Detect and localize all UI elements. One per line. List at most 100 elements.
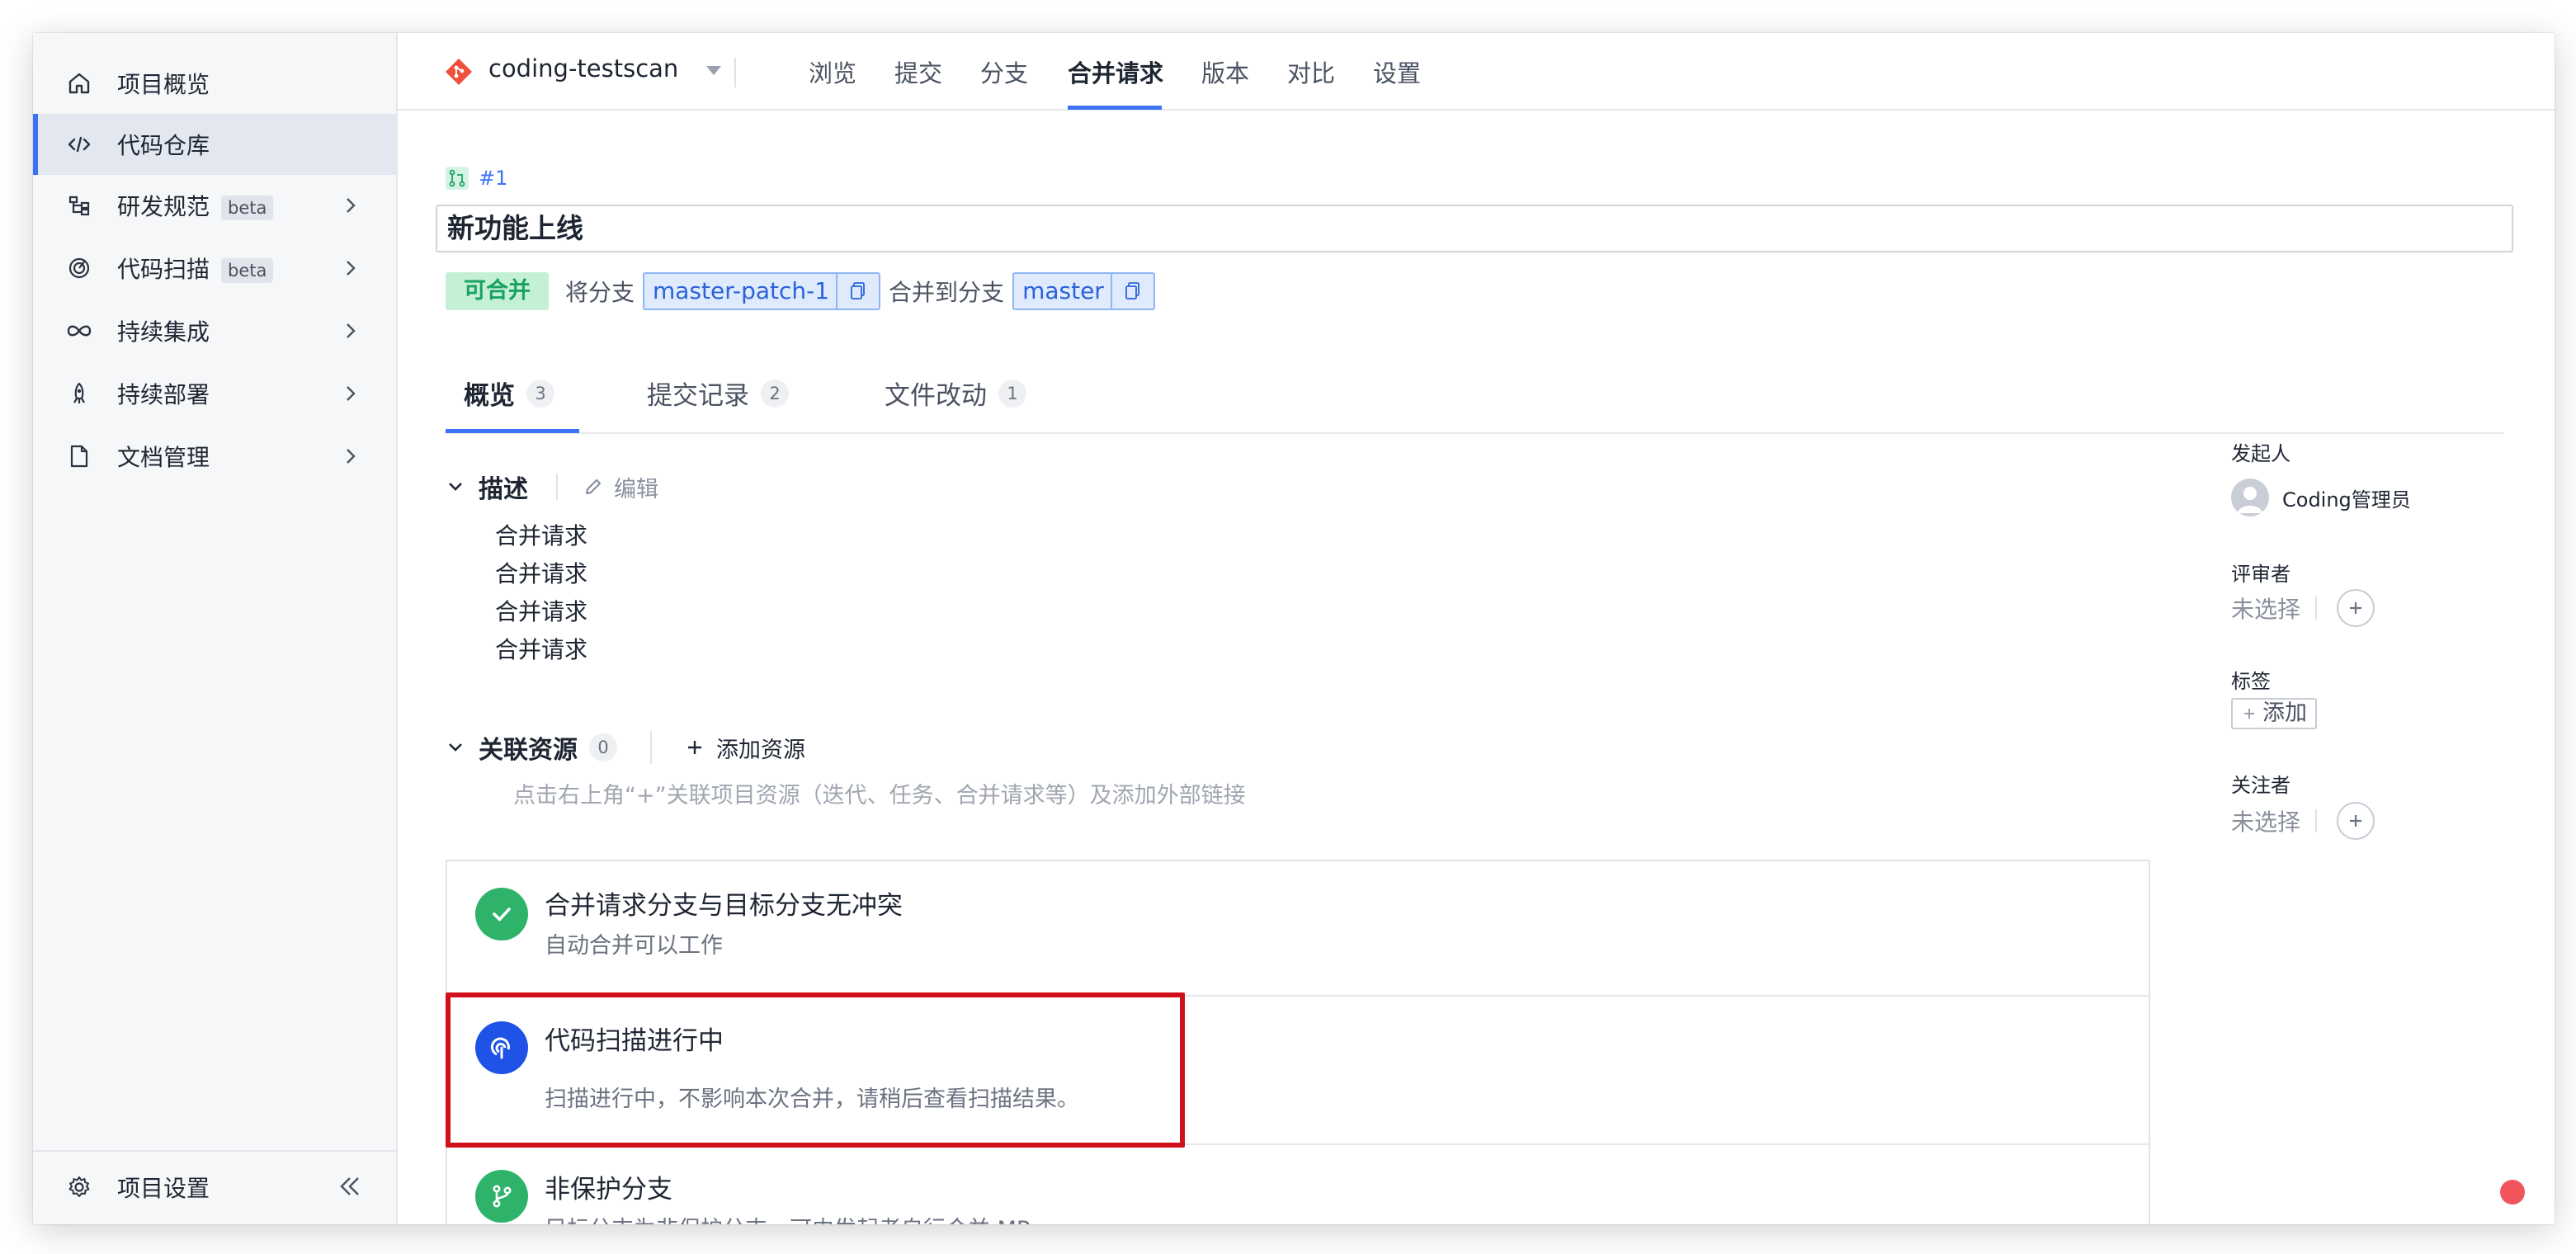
add-reviewer-button[interactable]: [2337, 589, 2375, 627]
subtab-count: 1: [998, 379, 1026, 408]
sidebar-item-label: 研发规范: [117, 193, 210, 220]
mergeable-badge: 可合并: [446, 272, 549, 310]
collapse-sidebar-icon[interactable]: [335, 1172, 365, 1201]
copy-icon[interactable]: [1110, 274, 1154, 309]
sidebar-item-docs[interactable]: 文档管理: [33, 426, 396, 487]
mr-title-field[interactable]: 新功能上线: [436, 205, 2513, 252]
tab-compare[interactable]: 对比: [1287, 54, 1335, 89]
pencil-icon[interactable]: [583, 476, 604, 497]
description-line: 合并请求: [495, 560, 588, 587]
sidebar-item-label: 代码扫描: [117, 256, 210, 283]
watchers-label: 关注者: [2231, 774, 2291, 797]
subtab-label: 概览: [464, 381, 515, 411]
plus-icon: [2350, 602, 2362, 614]
tab-commits[interactable]: 提交: [894, 54, 942, 89]
merge-request-icon: [446, 167, 469, 190]
check-subtitle: 自动合并可以工作: [545, 933, 723, 959]
watchers: 未选择: [2231, 802, 2375, 840]
add-tag-button[interactable]: 添加: [2231, 698, 2317, 729]
git-repo-icon: [446, 59, 472, 85]
subtab-label: 文件改动: [885, 381, 987, 411]
chevron-down-icon[interactable]: [446, 738, 465, 757]
chevron-right-icon: [347, 261, 356, 276]
plus-icon: [2350, 815, 2362, 827]
active-tab-indicator: [1068, 106, 1162, 110]
initiator-label: 发起人: [2231, 442, 2291, 465]
repo-dropdown-caret-icon[interactable]: [706, 66, 721, 75]
check-row-unprotected-branch: 非保护分支 目标分支为非保护分支，可由发起者自行合并 MR: [447, 1145, 2149, 1224]
resources-hint: 点击右上角“+”关联项目资源（迭代、任务、合并请求等）及添加外部链接: [513, 783, 1246, 808]
description-title: 描述: [479, 475, 528, 504]
divider: [734, 58, 736, 87]
check-subtitle: 目标分支为非保护分支，可由发起者自行合并 MR: [545, 1211, 1032, 1224]
initiator-name[interactable]: Coding管理员: [2282, 483, 2411, 512]
sidebar-item-code-repo[interactable]: 代码仓库: [33, 114, 396, 175]
sidebar-item-dev-standards[interactable]: 研发规范 beta: [33, 175, 396, 236]
code-icon: [64, 130, 94, 159]
target-branch-chip: master: [1012, 272, 1155, 310]
edit-description-button[interactable]: 编辑: [614, 471, 658, 503]
source-branch-chip: master-patch-1: [643, 272, 881, 310]
subtab-count: 3: [526, 379, 554, 408]
recording-indicator-icon: [2500, 1180, 2525, 1204]
plus-icon: [2244, 709, 2254, 719]
mr-id: #1: [446, 167, 507, 190]
description-line: 合并请求: [495, 522, 588, 549]
avatar[interactable]: [2231, 478, 2269, 516]
subtab-commits[interactable]: 提交记录 2: [647, 375, 789, 412]
check-row-no-conflict: 合并请求分支与目标分支无冲突 自动合并可以工作: [447, 861, 2149, 997]
repo-topbar: coding-testscan 浏览 提交 分支 合并请求 版本 对比 设置: [398, 33, 2555, 111]
branch-icon: [475, 1170, 528, 1223]
sidebar-item-label: 文档管理: [117, 444, 210, 471]
infinity-icon: [64, 316, 94, 346]
resources-section-header: 关联资源 0 添加资源: [446, 729, 805, 766]
tab-merge-requests[interactable]: 合并请求: [1068, 54, 1163, 89]
subtab-file-changes[interactable]: 文件改动 1: [885, 375, 1026, 412]
active-subtab-indicator: [446, 429, 579, 433]
initiator: Coding管理员: [2231, 478, 2411, 516]
target-branch-name[interactable]: master: [1014, 274, 1111, 309]
sidebar-footer: 项目设置: [33, 1150, 396, 1224]
mr-meta-row: 可合并 将分支 master-patch-1 合并到分支 master: [446, 272, 1155, 310]
from-branch-label: 将分支: [565, 279, 635, 306]
subtab-count: 2: [761, 379, 789, 408]
flow-icon: [64, 191, 94, 220]
to-branch-label: 合并到分支: [889, 279, 1005, 306]
sidebar-item-cd[interactable]: 持续部署: [33, 363, 396, 424]
tab-releases[interactable]: 版本: [1201, 54, 1249, 89]
mr-number[interactable]: #1: [479, 167, 507, 190]
description-line: 合并请求: [495, 598, 588, 625]
copy-icon[interactable]: [836, 274, 879, 309]
sidebar-item-code-scan[interactable]: 代码扫描 beta: [33, 238, 396, 299]
divider: [2315, 596, 2318, 620]
repo-name[interactable]: coding-testscan: [488, 54, 678, 82]
chevron-down-icon[interactable]: [446, 477, 465, 497]
rocket-icon: [64, 379, 94, 408]
add-resource-button[interactable]: 添加资源: [716, 732, 805, 764]
watchers-value: 未选择: [2231, 808, 2301, 836]
subtab-label: 提交记录: [647, 381, 749, 411]
document-icon: [64, 441, 94, 471]
check-title: 合并请求分支与目标分支无冲突: [545, 891, 903, 921]
source-branch-name[interactable]: master-patch-1: [644, 274, 836, 309]
sidebar: 项目概览 代码仓库 研发规范 beta 代码扫描 beta 持续集成 持续部署 …: [33, 33, 398, 1224]
check-icon: [475, 888, 528, 940]
subtab-overview[interactable]: 概览 3: [464, 375, 554, 412]
plus-icon[interactable]: [685, 738, 705, 757]
sidebar-footer-label: 项目设置: [117, 1175, 210, 1202]
sidebar-item-label: 代码仓库: [117, 132, 210, 159]
sidebar-item-ci[interactable]: 持续集成: [33, 300, 396, 361]
reviewers-label: 评审者: [2231, 563, 2291, 586]
chevron-right-icon: [347, 449, 356, 464]
gear-icon: [64, 1172, 94, 1202]
tags-label: 标签: [2231, 670, 2271, 693]
tab-branches[interactable]: 分支: [980, 54, 1028, 89]
chevron-right-icon: [347, 198, 356, 213]
sidebar-item-overview[interactable]: 项目概览: [33, 53, 396, 114]
add-watcher-button[interactable]: [2337, 802, 2375, 840]
tab-browse[interactable]: 浏览: [809, 54, 856, 89]
reviewers-value: 未选择: [2231, 596, 2301, 623]
tab-settings[interactable]: 设置: [1373, 54, 1421, 89]
home-icon: [64, 68, 94, 98]
description-line: 合并请求: [495, 636, 588, 663]
